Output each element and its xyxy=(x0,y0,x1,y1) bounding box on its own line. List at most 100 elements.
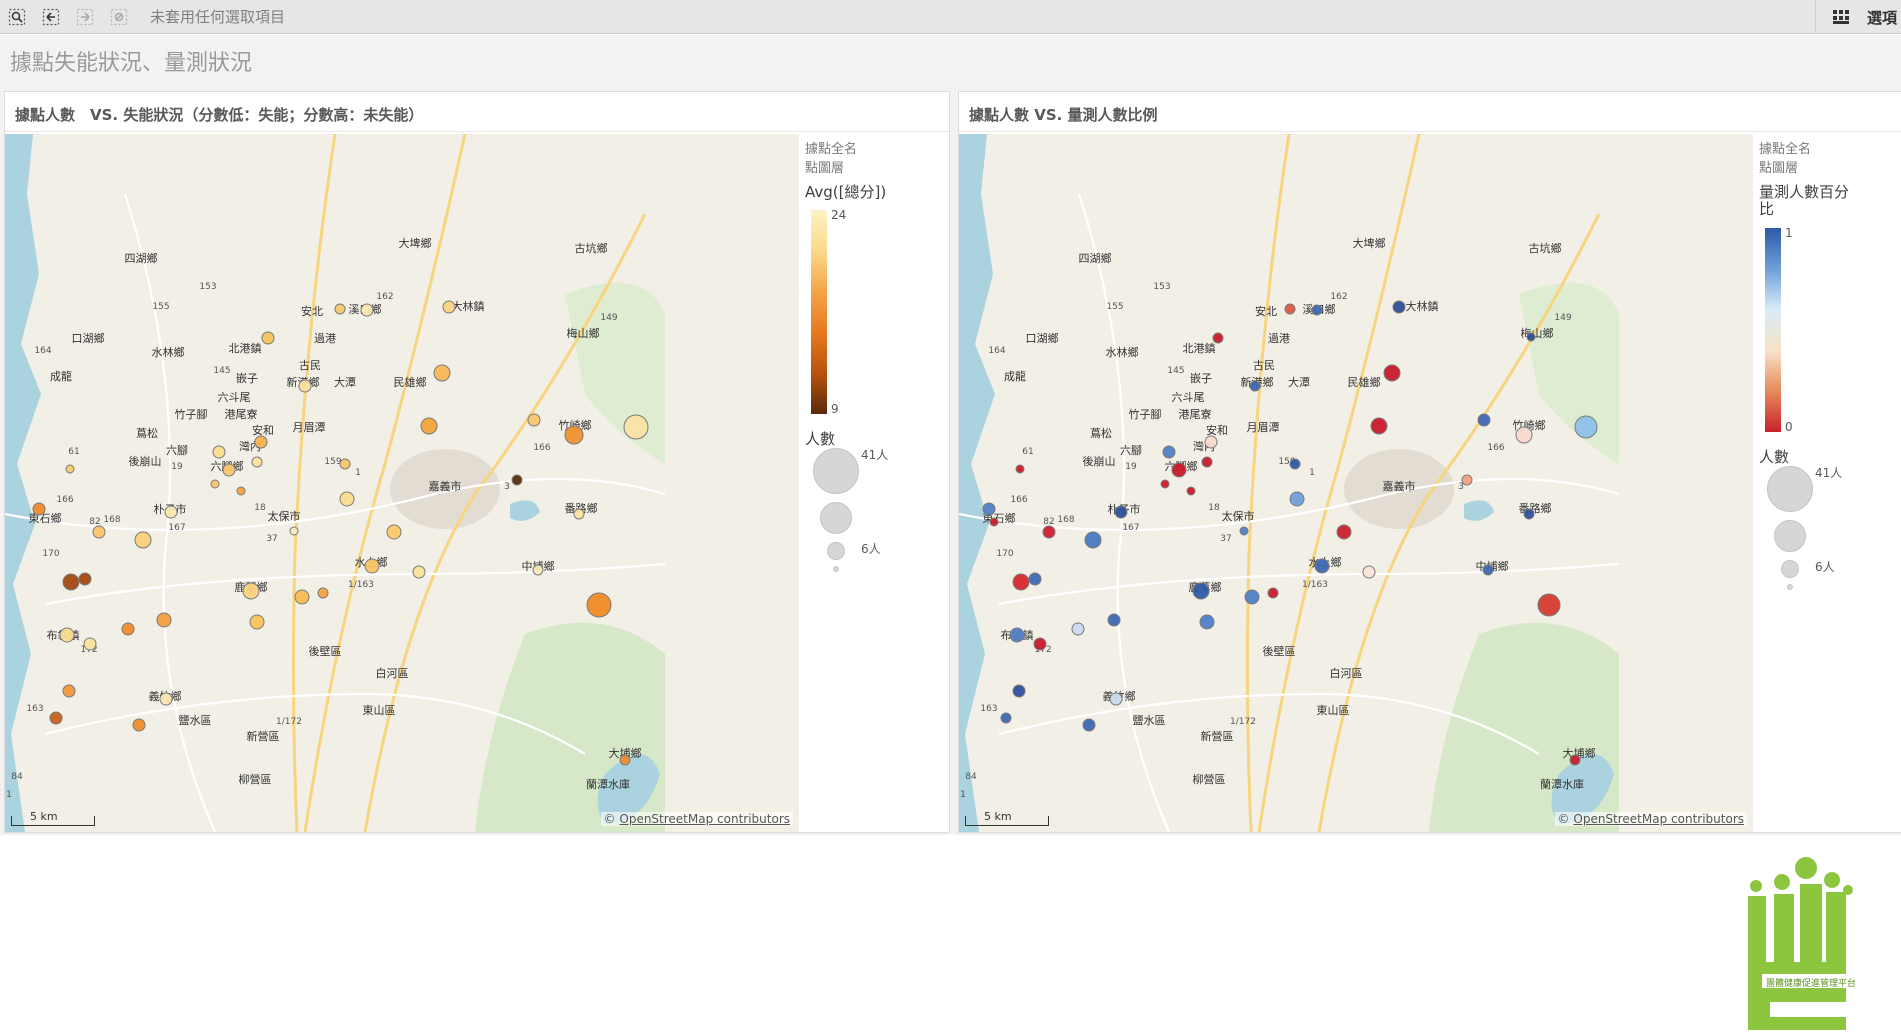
map-panel-disability[interactable]: 據點人數 VS. 失能狀況（分數低：失能；分數高：未失能） 四湖鄉大埤鄉古坑鄉溪… xyxy=(4,91,950,833)
sheets-grid-icon[interactable] xyxy=(1814,0,1867,34)
map-bubble[interactable] xyxy=(564,425,584,445)
map-bubble[interactable] xyxy=(1109,692,1123,706)
map-bubble[interactable] xyxy=(1212,332,1224,344)
map-bubble[interactable] xyxy=(420,417,438,435)
map-bubble[interactable] xyxy=(1186,486,1196,496)
map-bubble[interactable] xyxy=(1201,456,1213,468)
map-bubble[interactable] xyxy=(1284,303,1296,315)
map-bubble[interactable] xyxy=(433,364,451,382)
map-bubble[interactable] xyxy=(1370,417,1388,435)
map-bubble[interactable] xyxy=(1244,589,1260,605)
options-button[interactable]: 選項 xyxy=(1867,7,1901,28)
step-forward-icon[interactable] xyxy=(68,0,102,34)
map-bubble[interactable] xyxy=(1000,712,1012,724)
map-attribution[interactable]: © OpenStreetMap contributors xyxy=(1554,812,1747,826)
map-bubble[interactable] xyxy=(1311,304,1323,316)
map-bubble[interactable] xyxy=(527,413,541,427)
map-bubble[interactable] xyxy=(159,692,173,706)
map-bubble[interactable] xyxy=(121,622,135,636)
map-bubble[interactable] xyxy=(989,517,999,527)
smart-search-icon[interactable] xyxy=(0,0,34,34)
map-bubble[interactable] xyxy=(1523,508,1535,520)
map-bubble[interactable] xyxy=(156,612,172,628)
map-bubble[interactable] xyxy=(49,711,63,725)
map-bubble[interactable] xyxy=(132,718,146,732)
map-bubble[interactable] xyxy=(334,303,346,315)
map-bubble[interactable] xyxy=(249,614,265,630)
map-bubble[interactable] xyxy=(1289,458,1301,470)
map-panel-measurement[interactable]: 據點人數 VS. 量測人數比例 四湖鄉大埤鄉古坑鄉溪口鄉大林鎮梅山鄉口湖鄉水林鄉… xyxy=(958,91,1901,833)
map-measurement[interactable]: 四湖鄉大埤鄉古坑鄉溪口鄉大林鎮梅山鄉口湖鄉水林鄉北港鎮安北過港古民嵌子新港鄉大潭… xyxy=(959,134,1753,832)
map-bubble[interactable] xyxy=(83,637,97,651)
map-bubble[interactable] xyxy=(1239,526,1249,536)
map-bubble[interactable] xyxy=(1461,474,1473,486)
step-back-icon[interactable] xyxy=(34,0,68,34)
map-bubble[interactable] xyxy=(1114,505,1128,519)
map-bubble[interactable] xyxy=(1574,415,1598,439)
map-bubble[interactable] xyxy=(298,379,312,393)
map-bubble[interactable] xyxy=(982,502,996,516)
map-bubble[interactable] xyxy=(32,502,46,516)
map-bubble[interactable] xyxy=(134,531,152,549)
map-bubble[interactable] xyxy=(1084,531,1102,549)
map-bubble[interactable] xyxy=(1009,627,1025,643)
clear-selections-icon[interactable] xyxy=(102,0,136,34)
map-bubble[interactable] xyxy=(586,592,612,618)
map-bubble[interactable] xyxy=(1042,525,1056,539)
map-bubble[interactable] xyxy=(65,464,75,474)
map-bubble[interactable] xyxy=(1012,573,1030,591)
map-bubble[interactable] xyxy=(1162,445,1176,459)
map-bubble[interactable] xyxy=(360,303,374,317)
map-bubble[interactable] xyxy=(511,474,523,486)
map-bubble[interactable] xyxy=(1249,380,1261,392)
map-bubble[interactable] xyxy=(1028,572,1042,586)
map-bubble[interactable] xyxy=(1033,637,1047,651)
map-bubble[interactable] xyxy=(1362,565,1376,579)
map-bubble[interactable] xyxy=(1569,754,1581,766)
map-bubble[interactable] xyxy=(364,558,380,574)
map-bubble[interactable] xyxy=(1204,435,1218,449)
map-bubble[interactable] xyxy=(339,458,351,470)
map-bubble[interactable] xyxy=(1537,593,1561,617)
map-bubble[interactable] xyxy=(92,525,106,539)
map-bubble[interactable] xyxy=(1171,462,1187,478)
map-bubble[interactable] xyxy=(1526,332,1536,342)
map-bubble[interactable] xyxy=(1314,558,1330,574)
map-bubble[interactable] xyxy=(1192,582,1210,600)
map-bubble[interactable] xyxy=(59,627,75,643)
map-bubble[interactable] xyxy=(62,573,80,591)
map-bubble[interactable] xyxy=(222,463,236,477)
map-bubble[interactable] xyxy=(386,524,402,540)
map-bubble[interactable] xyxy=(242,582,260,600)
map-bubble[interactable] xyxy=(619,754,631,766)
map-bubble[interactable] xyxy=(317,587,329,599)
map-bubble[interactable] xyxy=(1392,300,1406,314)
map-bubble[interactable] xyxy=(573,508,585,520)
map-attribution[interactable]: © OpenStreetMap contributors xyxy=(600,812,793,826)
map-bubble[interactable] xyxy=(1012,684,1026,698)
map-bubble[interactable] xyxy=(1107,613,1121,627)
map-bubble[interactable] xyxy=(1336,524,1352,540)
map-bubble[interactable] xyxy=(1477,413,1491,427)
map-bubble[interactable] xyxy=(62,684,76,698)
map-bubble[interactable] xyxy=(1289,491,1305,507)
map-bubble[interactable] xyxy=(1071,622,1085,636)
map-bubble[interactable] xyxy=(261,331,275,345)
map-bubble[interactable] xyxy=(294,589,310,605)
map-bubble[interactable] xyxy=(1082,718,1096,732)
map-bubble[interactable] xyxy=(1199,614,1215,630)
map-bubble[interactable] xyxy=(442,300,456,314)
map-bubble[interactable] xyxy=(210,479,220,489)
map-bubble[interactable] xyxy=(1383,364,1401,382)
map-bubble[interactable] xyxy=(623,414,649,440)
map-bubble[interactable] xyxy=(251,456,263,468)
map-bubble[interactable] xyxy=(1482,564,1494,576)
map-bubble[interactable] xyxy=(339,491,355,507)
map-bubble[interactable] xyxy=(289,526,299,536)
map-bubble[interactable] xyxy=(1515,426,1533,444)
map-bubble[interactable] xyxy=(412,565,426,579)
map-bubble[interactable] xyxy=(212,445,226,459)
map-bubble[interactable] xyxy=(532,564,544,576)
map-bubble[interactable] xyxy=(1015,464,1025,474)
map-bubble[interactable] xyxy=(254,435,268,449)
